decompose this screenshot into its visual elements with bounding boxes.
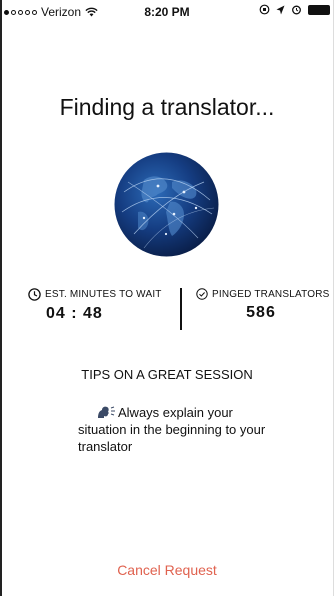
stats-divider: [180, 288, 182, 330]
tip-item: Always explain your situation in the beg…: [78, 404, 278, 455]
pinged-translators-stat: PINGED TRANSLATORS 586: [196, 288, 334, 322]
location-arrow-icon: [276, 5, 285, 14]
wait-time-stat: EST. MINUTES TO WAIT 04 : 48: [28, 288, 178, 323]
clock-icon: [28, 288, 41, 301]
cancel-request-button[interactable]: Cancel Request: [0, 562, 334, 578]
status-bar: Verizon 8:20 PM: [0, 0, 334, 22]
check-circle-icon: [196, 288, 208, 300]
tips-title: TIPS ON A GREAT SESSION: [81, 367, 253, 382]
globe-icon: [114, 152, 219, 257]
pinged-value: 586: [246, 304, 276, 321]
wait-value: 04 : 48: [46, 305, 103, 322]
orientation-lock-icon: [259, 4, 270, 15]
alarm-icon: [292, 5, 301, 15]
status-right: [259, 4, 330, 15]
speaking-head-icon: [98, 406, 115, 418]
left-edge: [0, 0, 2, 596]
wait-label: EST. MINUTES TO WAIT: [45, 289, 162, 300]
battery-icon: [308, 4, 330, 15]
page-title: Finding a translator...: [59, 94, 275, 120]
pinged-label: PINGED TRANSLATORS: [212, 288, 330, 300]
